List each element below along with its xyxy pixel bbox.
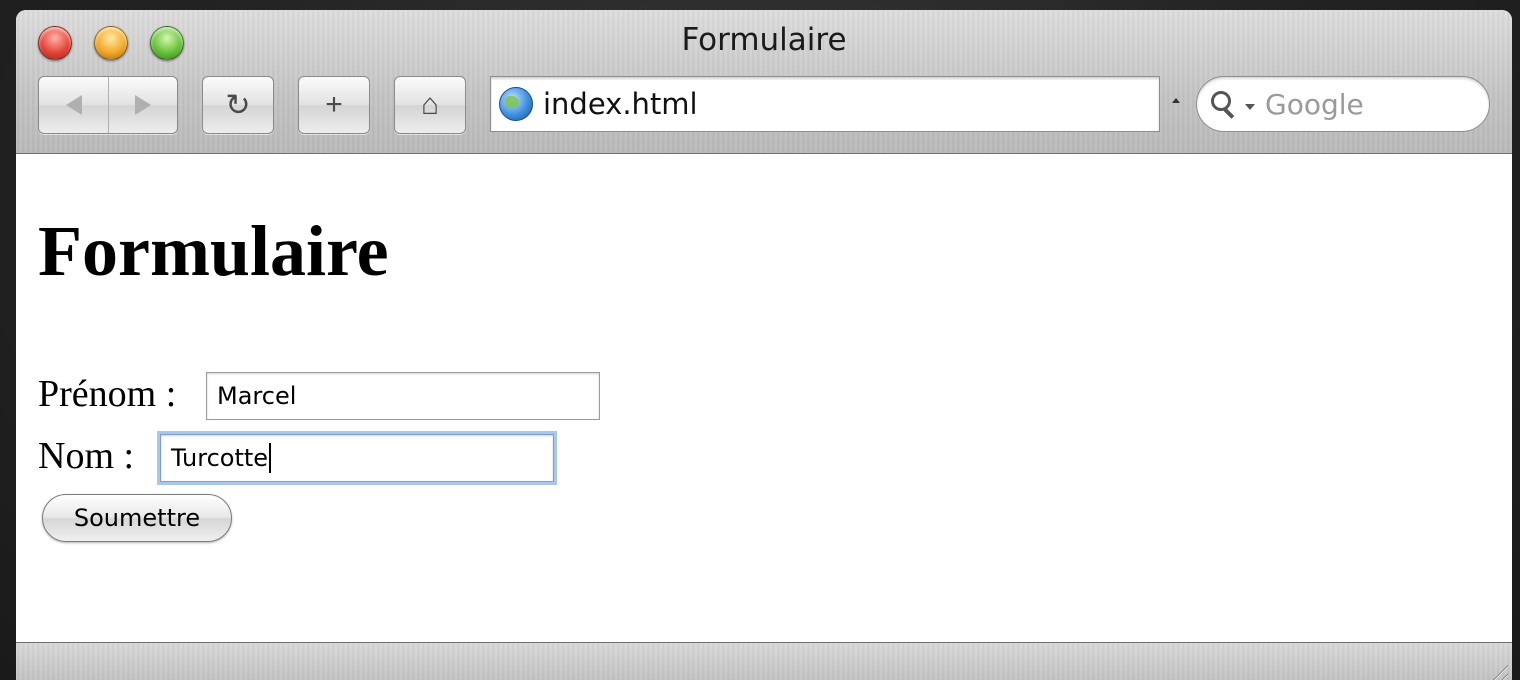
minimize-window-button[interactable] <box>94 26 128 60</box>
search-icon[interactable] <box>1211 89 1239 119</box>
back-arrow-icon <box>65 95 82 115</box>
search-field[interactable]: Google <box>1196 76 1490 132</box>
window-title: Formulaire <box>681 22 847 58</box>
first-name-label: Prénom : <box>38 373 177 415</box>
first-name-field[interactable]: Marcel <box>206 372 600 420</box>
page-content: Formulaire Prénom : Marcel Nom : Turcott… <box>16 154 1512 642</box>
reload-icon: ↻ <box>225 88 251 122</box>
last-name-field[interactable]: Turcotte <box>160 434 554 482</box>
close-window-button[interactable] <box>38 26 72 60</box>
forward-arrow-icon <box>135 95 151 115</box>
last-name-label: Nom : <box>38 435 135 477</box>
forward-button[interactable] <box>108 77 177 133</box>
zoom-window-button[interactable] <box>150 26 184 60</box>
home-icon: ⌂ <box>420 88 440 121</box>
search-placeholder: Google <box>1265 87 1364 121</box>
browser-window: Formulaire ↻ + ⌂ index.html Google Formu… <box>16 10 1512 680</box>
snapback-icon[interactable] <box>1172 98 1180 103</box>
back-button[interactable] <box>39 77 108 133</box>
back-forward-group <box>38 76 178 134</box>
page-title: Formulaire <box>38 211 389 291</box>
search-menu-arrow-icon[interactable] <box>1245 104 1255 110</box>
reload-button[interactable]: ↻ <box>202 76 274 134</box>
globe-icon <box>499 87 533 121</box>
text-cursor <box>269 443 272 473</box>
add-bookmark-button[interactable]: + <box>298 76 370 134</box>
browser-toolbar: Formulaire ↻ + ⌂ index.html Google <box>16 10 1512 154</box>
resize-grip-icon[interactable] <box>1486 664 1508 680</box>
home-button[interactable]: ⌂ <box>394 76 466 134</box>
address-bar[interactable]: index.html <box>490 76 1160 132</box>
submit-button[interactable]: Soumettre <box>42 494 232 542</box>
last-name-value: Turcotte <box>171 444 269 472</box>
status-bar <box>16 642 1512 680</box>
first-name-value: Marcel <box>217 382 297 410</box>
plus-icon: + <box>325 88 343 121</box>
address-text[interactable]: index.html <box>543 87 698 121</box>
